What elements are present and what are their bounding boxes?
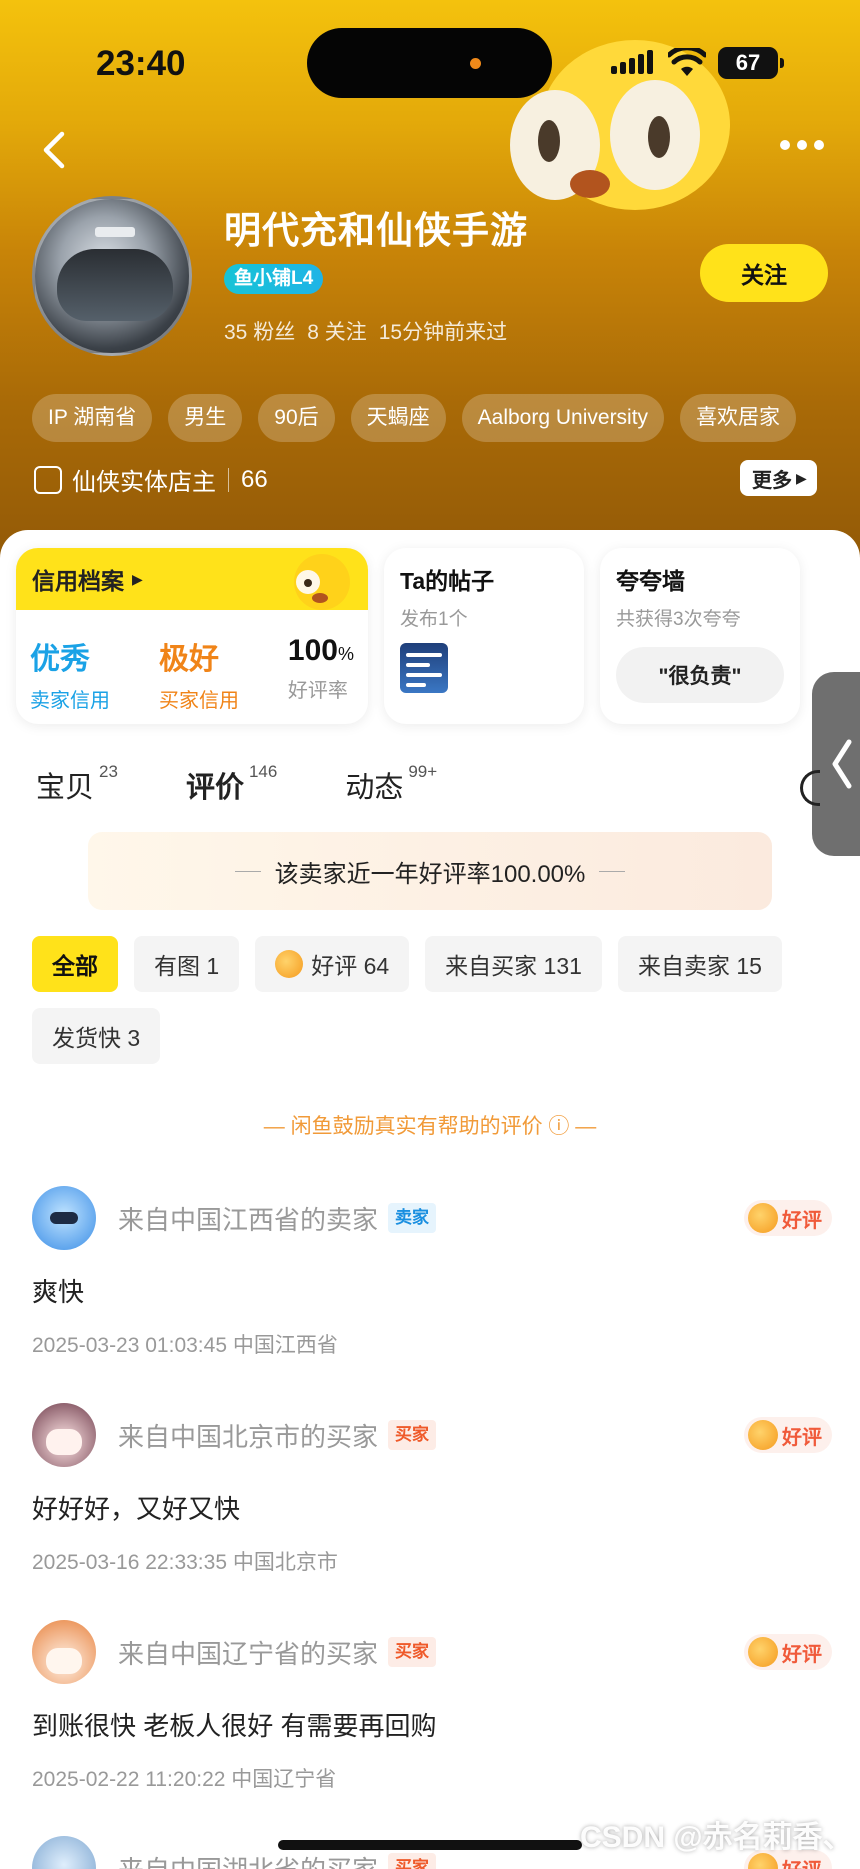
battery-indicator: 67: [718, 47, 784, 79]
followers-count[interactable]: 35 粉丝: [224, 316, 295, 346]
cellular-signal-icon: [611, 50, 653, 74]
review-text: 好好好，又好又快: [32, 1494, 241, 1524]
tag-ip: IP 湖南省: [32, 394, 153, 442]
shop-icon: [34, 465, 62, 494]
rating-badge: 好评: [744, 1417, 832, 1453]
review-meta: 2025-02-22 11:20:22 中国辽宁省: [32, 1768, 337, 1791]
praise-title: 夸夸墙: [616, 568, 685, 594]
status-time: 23:40: [96, 44, 186, 83]
filter-from-buyers[interactable]: 来自买家 131: [425, 936, 602, 992]
profile-tags: IP 湖南省 男生 90后 天蝎座 Aalborg University 喜欢居…: [32, 394, 797, 442]
tag-gender: 男生: [168, 394, 243, 442]
posts-card[interactable]: Ta的帖子 发布1个: [384, 548, 584, 724]
owner-label: 仙侠实体店主: [72, 469, 216, 496]
reviewer-avatar[interactable]: [32, 1620, 96, 1684]
praise-count: 共获得3次夸夸: [616, 609, 741, 630]
tab-reviews[interactable]: 评价 146: [186, 762, 277, 820]
follow-stats: 35 粉丝 8 关注 15分钟前来过: [224, 316, 507, 346]
review-item: 来自中国辽宁省的买家 买家 好评 到账很快 老板人很好 有需要再回购 2025-…: [32, 1620, 832, 1793]
rating-badge: 好评: [744, 1634, 832, 1670]
positive-rate: 100% 好评率: [287, 634, 354, 702]
credit-title: 信用档案: [32, 568, 124, 594]
more-options-icon[interactable]: [780, 140, 824, 150]
last-seen: 15分钟前来过: [378, 321, 508, 344]
reviewer-avatar[interactable]: [32, 1186, 96, 1250]
reviewer-origin: 来自中国江西省的卖家: [118, 1204, 379, 1235]
post-thumbnail[interactable]: [400, 643, 448, 693]
filter-with-images[interactable]: 有图 1: [134, 936, 240, 992]
smile-face-icon: [275, 950, 304, 978]
role-badge: 买家: [388, 1637, 437, 1667]
wifi-icon: [668, 48, 706, 76]
reviewer-origin: 来自中国湖北省的买家: [118, 1850, 378, 1869]
buyer-credit: 极好 买家信用: [158, 643, 239, 712]
review-meta: 2025-03-16 22:33:35 中国北京市: [32, 1551, 338, 1574]
content-tabs: 宝贝 23 评价 146 动态 99+: [36, 762, 816, 820]
side-panel-handle[interactable]: [812, 672, 860, 856]
praise-chip: "很负责": [616, 647, 784, 703]
tag-zodiac: 天蝎座: [350, 394, 446, 442]
review-text: 爽快: [32, 1277, 85, 1307]
review-text: 到账很快 老板人很好 有需要再回购: [32, 1711, 437, 1741]
more-button[interactable]: 更多 ▶: [740, 460, 817, 496]
avatar[interactable]: [32, 196, 192, 356]
tab-activity[interactable]: 动态 99+: [345, 762, 437, 820]
level-badge[interactable]: 鱼小铺L4: [224, 264, 324, 294]
smile-face-icon: [748, 1203, 778, 1233]
tag-age: 90后: [258, 394, 335, 442]
filter-fast-shipping[interactable]: 发货快 3: [32, 1008, 161, 1064]
review-meta: 2025-03-23 01:03:45 中国江西省: [32, 1334, 338, 1357]
review-policy-note[interactable]: — 闲鱼鼓励真实有帮助的评价 ⓘ —: [0, 1110, 860, 1140]
review-filters: 全部 有图 1 好评 64 来自买家 131 来自卖家 15 发货快 3: [32, 936, 812, 1064]
smile-face-icon: [748, 1420, 778, 1450]
tag-hobby: 喜欢居家: [680, 394, 797, 442]
following-count[interactable]: 8 关注: [307, 316, 367, 346]
shop-owner-row[interactable]: 仙侠实体店主 66: [34, 462, 268, 497]
role-badge: 卖家: [388, 1203, 437, 1233]
home-indicator[interactable]: [278, 1840, 582, 1850]
praise-wall-card[interactable]: 夸夸墙 共获得3次夸夸 "很负责": [600, 548, 800, 724]
tab-items[interactable]: 宝贝 23: [36, 762, 118, 820]
status-bar: 23:40 67: [0, 0, 860, 120]
role-badge: 买家: [388, 1420, 437, 1450]
caret-right-icon: ▶: [796, 469, 807, 486]
review-item: 来自中国江西省的卖家 卖家 好评 爽快 2025-03-23 01:03:45 …: [32, 1186, 832, 1359]
posts-count: 发布1个: [400, 609, 468, 630]
reviewer-avatar[interactable]: [32, 1836, 96, 1869]
posts-title: Ta的帖子: [400, 568, 495, 594]
shop-name: 明代充和仙侠手游: [224, 210, 528, 251]
mascot-icon: [294, 554, 350, 610]
reviewer-origin: 来自中国北京市的买家: [118, 1421, 379, 1452]
smile-face-icon: [748, 1637, 778, 1667]
reviewer-origin: 来自中国辽宁省的买家: [118, 1638, 379, 1669]
review-item: 来自中国北京市的买家 买家 好评 好好好，又好又快 2025-03-16 22:…: [32, 1403, 832, 1576]
credit-card[interactable]: 信用档案 ▶ 优秀 卖家信用 极好 买家信用 100% 好评率: [16, 548, 368, 724]
seller-credit: 优秀 卖家信用: [30, 643, 110, 712]
caret-right-icon: ▶: [132, 570, 143, 587]
filter-from-sellers[interactable]: 来自卖家 15: [617, 936, 782, 992]
rating-badge: 好评: [744, 1200, 832, 1236]
tag-school: Aalborg University: [461, 394, 665, 442]
dynamic-island: [307, 28, 552, 98]
watermark: CSDN @赤名莉香、: [580, 1821, 853, 1854]
reviewer-avatar[interactable]: [32, 1403, 96, 1467]
filter-all[interactable]: 全部: [32, 936, 118, 992]
follow-button[interactable]: 关注: [700, 244, 828, 302]
back-arrow-icon[interactable]: [34, 128, 74, 172]
filter-positive[interactable]: 好评 64: [255, 936, 410, 992]
role-badge: 买家: [388, 1853, 437, 1869]
rate-banner: 该卖家近一年好评率100.00%: [88, 832, 772, 910]
owner-count: 66: [241, 465, 268, 493]
chevron-left-icon: [832, 739, 852, 789]
